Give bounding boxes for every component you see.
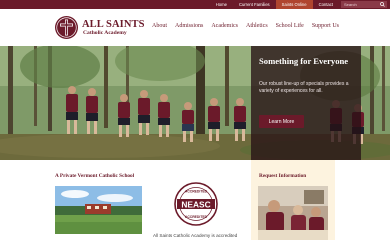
search-box[interactable] — [341, 1, 387, 8]
request-info-card: Request Information — [251, 160, 335, 240]
utility-link-saints-online[interactable]: Saints Online — [275, 0, 313, 9]
hero-banner: Something for Everyone Our robust line-u… — [0, 46, 390, 160]
main-nav: About Admissions Academics Athletics Sch… — [152, 23, 339, 29]
search-icon[interactable] — [380, 2, 385, 7]
request-info-photo[interactable] — [258, 186, 328, 240]
school-crest-logo[interactable] — [54, 15, 79, 40]
utility-link-contact[interactable]: Contact — [313, 0, 339, 9]
nav-school-life[interactable]: School Life — [276, 23, 304, 29]
brand-name: ALL SAINTS — [82, 19, 145, 30]
brand-subtitle: Catholic Academy — [83, 30, 127, 36]
nav-support-us[interactable]: Support Us — [312, 23, 339, 29]
seal-top-text: ACCREDITED — [185, 190, 208, 194]
utility-bar: Home Current Families Saints Online Cont… — [0, 0, 390, 9]
nav-athletics[interactable]: Athletics — [246, 23, 268, 29]
learn-more-button[interactable]: Learn More — [259, 115, 304, 128]
seal-center-text: NEASC — [181, 199, 210, 209]
utility-link-home[interactable]: Home — [210, 0, 233, 9]
content-section: A Private Vermont Catholic School ACCRED… — [0, 160, 390, 240]
hero-body-text: Our robust line-up of specials provides … — [259, 81, 349, 94]
brand-wordmark[interactable]: ALL SAINTS Catholic Academy — [82, 19, 145, 37]
request-info-heading[interactable]: Request Information — [259, 173, 306, 179]
search-input[interactable] — [344, 1, 380, 8]
hero-title: Something for Everyone — [259, 56, 349, 66]
utility-links: Home Current Families Saints Online Cont… — [210, 0, 390, 9]
vermont-school-heading[interactable]: A Private Vermont Catholic School — [55, 173, 134, 179]
site-header: ALL SAINTS Catholic Academy About Admiss… — [0, 9, 390, 46]
neasc-accreditation-seal[interactable]: ACCREDITED NEASC ACCREDITED — [174, 182, 218, 226]
accreditation-text: All Saints Catholic Academy is accredite… — [153, 233, 238, 238]
utility-link-current-families[interactable]: Current Families — [233, 0, 276, 9]
campus-photo[interactable] — [55, 186, 142, 234]
vermont-school-card: A Private Vermont Catholic School — [53, 160, 149, 240]
nav-about[interactable]: About — [152, 23, 167, 29]
seal-bottom-text: ACCREDITED — [185, 215, 208, 219]
nav-academics[interactable]: Academics — [211, 23, 238, 29]
hero-overlay-panel: Something for Everyone Our robust line-u… — [251, 46, 361, 160]
nav-admissions[interactable]: Admissions — [175, 23, 203, 29]
accreditation-card: ACCREDITED NEASC ACCREDITED All Saints C… — [150, 160, 250, 240]
